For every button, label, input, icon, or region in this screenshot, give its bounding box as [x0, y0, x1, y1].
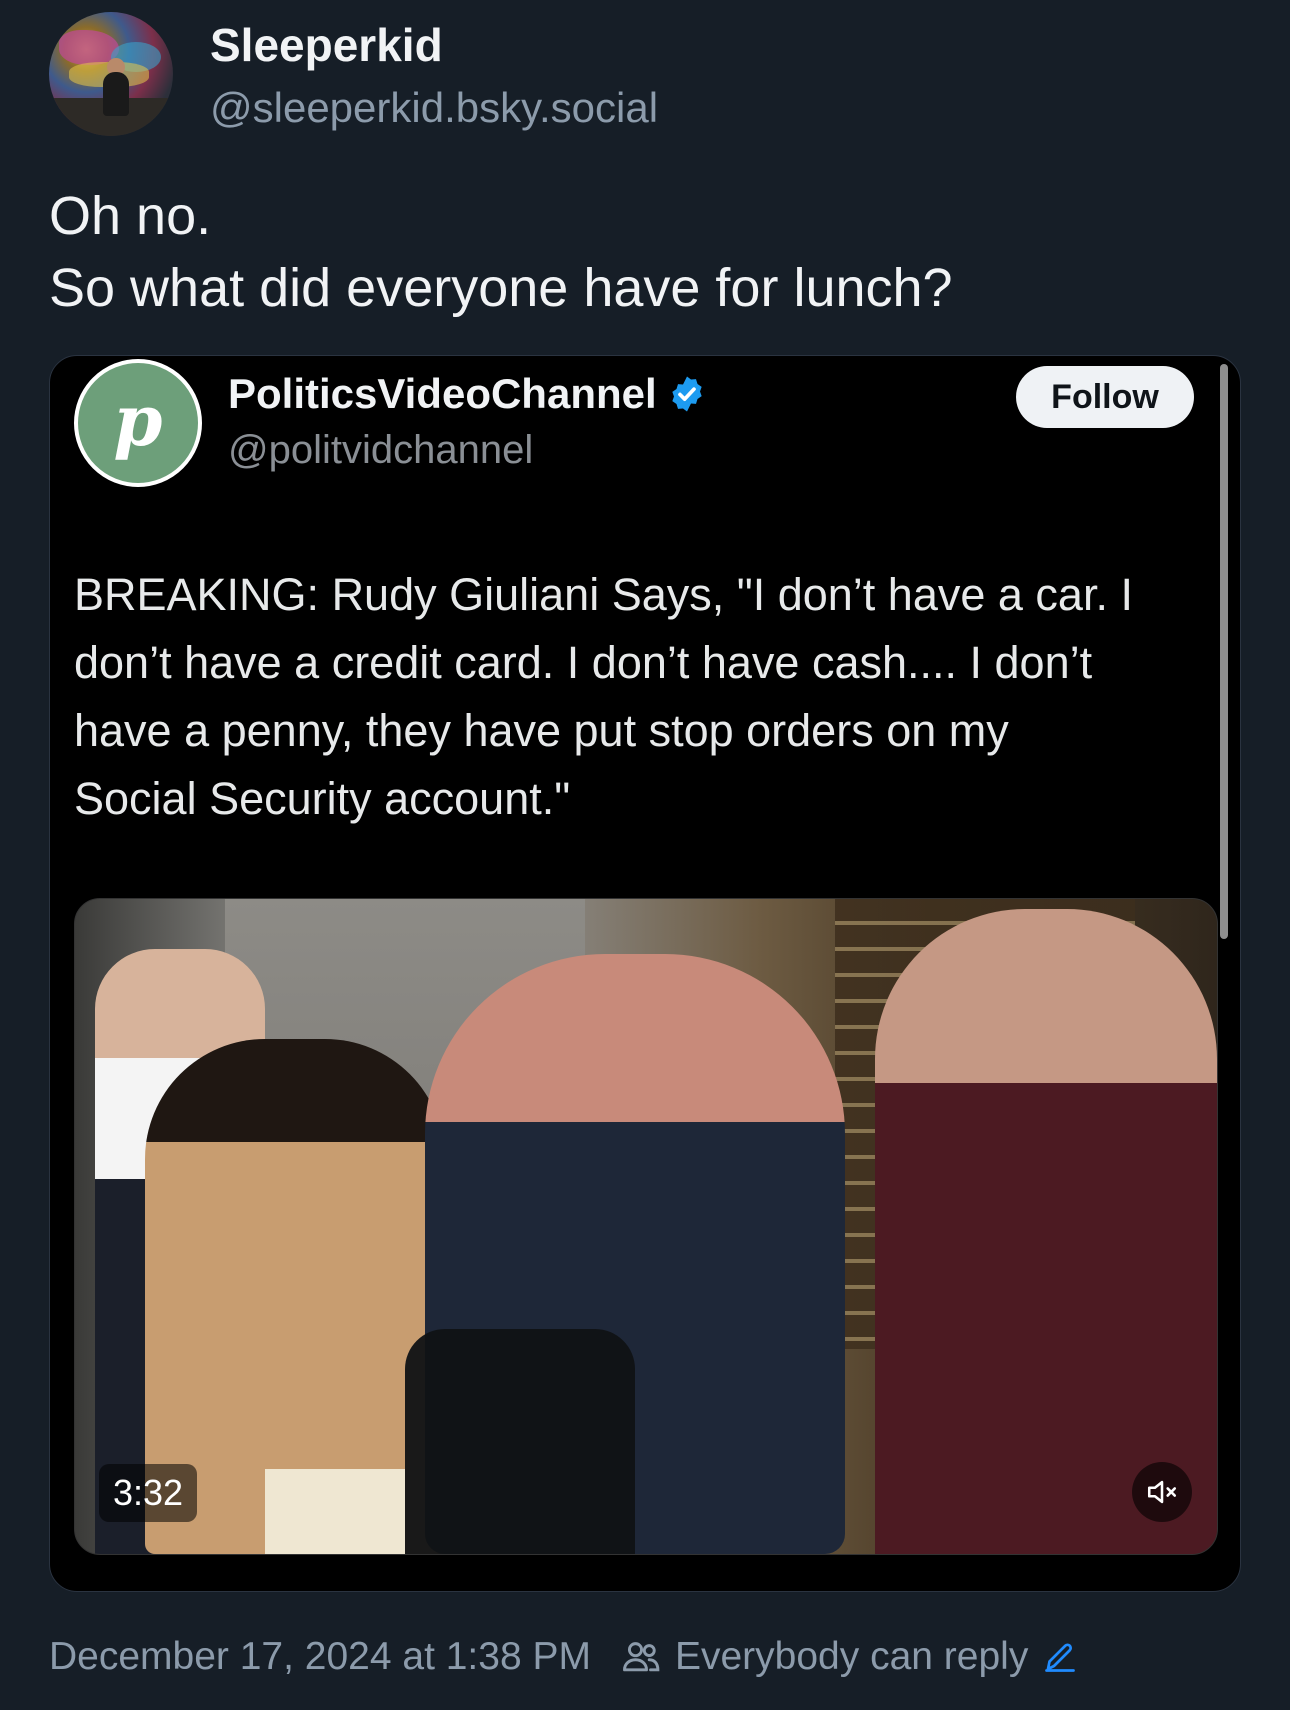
author-avatar[interactable] — [49, 12, 173, 136]
embed-text-line: Social Security account." — [74, 773, 571, 824]
follow-button[interactable]: Follow — [1016, 366, 1194, 428]
embed-display-name[interactable]: PoliticsVideoChannel — [228, 370, 707, 418]
embed-text-line: BREAKING: Rudy Giuliani Says, "I don’t h… — [74, 569, 1133, 620]
embedded-post-card[interactable]: p PoliticsVideoChannel @politvidchannel … — [49, 355, 1241, 1592]
post-footer: December 17, 2024 at 1:38 PM Everybody c… — [49, 1635, 1078, 1679]
scrollbar[interactable] — [1220, 364, 1228, 939]
embed-text-line: have a penny, they have put stop orders … — [74, 705, 1009, 756]
post-text-line: Oh no. — [49, 186, 212, 246]
post-timestamp[interactable]: December 17, 2024 at 1:38 PM — [49, 1635, 591, 1679]
video-duration: 3:32 — [99, 1464, 198, 1522]
embed-handle[interactable]: @politvidchannel — [228, 428, 533, 473]
embed-text: BREAKING: Rudy Giuliani Says, "I don’t h… — [74, 561, 1214, 833]
embed-avatar-letter: p — [113, 378, 163, 462]
mute-button[interactable] — [1132, 1462, 1192, 1522]
author-display-name[interactable]: Sleeperkid — [210, 18, 443, 72]
verified-badge-icon — [671, 376, 702, 412]
video-player[interactable]: 3:32 — [74, 898, 1218, 1555]
post-text-line: So what did everyone have for lunch? — [49, 258, 953, 318]
post-text: Oh no. So what did everyone have for lun… — [49, 180, 953, 324]
author-handle[interactable]: @sleeperkid.bsky.social — [210, 84, 658, 132]
embed-text-line: don’t have a credit card. I don’t have c… — [74, 637, 1093, 688]
embed-avatar[interactable]: p — [74, 359, 202, 487]
embed-name-label: PoliticsVideoChannel — [228, 370, 657, 417]
people-icon — [623, 1642, 660, 1672]
reply-setting-label: Everybody can reply — [674, 1635, 1029, 1678]
pencil-icon[interactable] — [1042, 1639, 1078, 1675]
speaker-muted-icon — [1147, 1480, 1177, 1504]
post-page: Sleeperkid @sleeperkid.bsky.social Oh no… — [0, 0, 1290, 1710]
